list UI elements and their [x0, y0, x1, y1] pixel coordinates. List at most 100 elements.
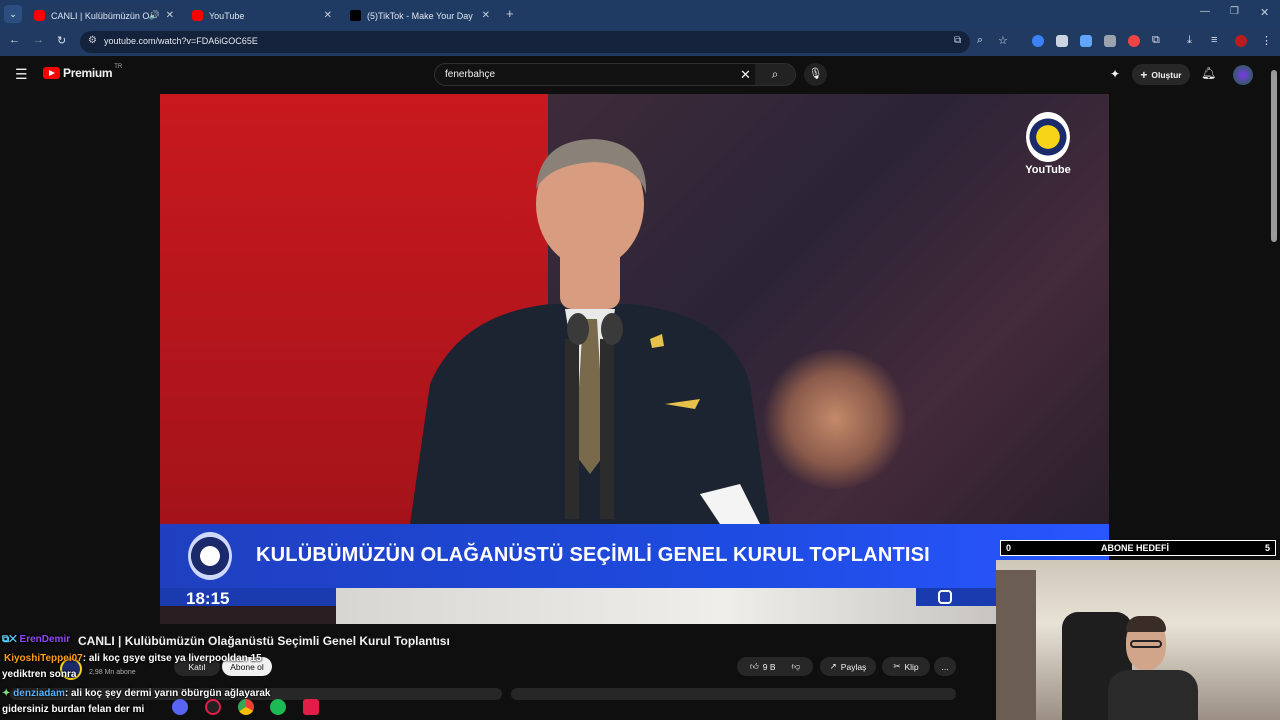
- zoom-icon[interactable]: ⌕: [977, 34, 983, 47]
- more-label: ...: [941, 661, 949, 672]
- extension-icon[interactable]: [1128, 35, 1140, 47]
- bookmark-star-icon[interactable]: ☆: [998, 34, 1008, 47]
- goal-label: ABONE HEDEFİ: [1101, 543, 1170, 553]
- chat-message: ✦ denziadam: ali koç şey dermi yarın öbü…: [2, 688, 271, 699]
- related-panel[interactable]: [511, 688, 956, 700]
- tab-label: YouTube: [209, 10, 245, 21]
- streamer-hair: [1126, 616, 1166, 632]
- profile-avatar[interactable]: [1235, 35, 1247, 47]
- voice-search-button[interactable]: 🎙: [804, 63, 827, 86]
- close-window-icon[interactable]: ✕: [1260, 6, 1269, 19]
- close-tab-icon[interactable]: ✕: [482, 10, 490, 21]
- chat-message: gidersiniz burdan felan der mi: [2, 704, 144, 715]
- diamond-badge-icon: ✦: [2, 688, 11, 699]
- like-dislike-group: 👍︎ 9 B 👎︎: [737, 657, 813, 676]
- close-tab-icon[interactable]: ✕: [324, 10, 332, 21]
- extension-icon[interactable]: [1080, 35, 1092, 47]
- clock-text: 18:15: [186, 589, 230, 608]
- cast-icon[interactable]: ✦: [1110, 67, 1120, 81]
- clock-bar: 18:15: [160, 588, 336, 608]
- video-player[interactable]: YouTube KULÜBÜMÜZÜN OLAĞANÜSTÜ SEÇİMLİ G…: [160, 94, 1109, 624]
- site-info-icon[interactable]: ⚙: [88, 35, 97, 46]
- app-icon[interactable]: [205, 699, 221, 715]
- clear-search-icon[interactable]: ✕: [740, 67, 751, 83]
- thumbs-up-icon: 👍︎: [749, 661, 759, 671]
- extension-icon[interactable]: [1056, 35, 1068, 47]
- tab-tiktok[interactable]: (5)TikTok - Make Your Day ✕: [342, 3, 498, 28]
- url-text: youtube.com/watch?v=FDA6iGOC65E: [104, 36, 258, 46]
- badge-icon: ⧉✕: [2, 634, 17, 645]
- hamburger-menu-icon[interactable]: ☰: [15, 66, 28, 83]
- chrome-icon[interactable]: [238, 699, 254, 715]
- tab-youtube[interactable]: YouTube ✕: [184, 3, 340, 28]
- lower-third-banner: KULÜBÜMÜZÜN OLAĞANÜSTÜ SEÇİMLİ GENEL KUR…: [160, 524, 1109, 624]
- microphone-icon: 🎙: [808, 68, 823, 80]
- club-crest-icon: [1026, 112, 1070, 162]
- clip-label: Klip: [904, 661, 919, 672]
- chat-user: KiyoshiTeppei07: [4, 653, 83, 664]
- channel-subscribers: 2,98 Mn abone: [89, 669, 136, 676]
- like-count: 9 B: [762, 661, 776, 672]
- app-icon[interactable]: [303, 699, 319, 715]
- app-icon[interactable]: [172, 699, 188, 715]
- extensions-puzzle-icon[interactable]: ⧉: [1152, 34, 1160, 47]
- chat-user: ErenDemir: [19, 634, 71, 645]
- chat-text: : ali koç şey dermi yarın öbürgün ağlaya…: [64, 688, 271, 699]
- search-icon: ⌕: [771, 67, 779, 81]
- download-icon[interactable]: ⤓: [1187, 34, 1192, 47]
- speaker-icon[interactable]: 🔊: [149, 10, 160, 21]
- share-button[interactable]: ↗ Paylaş: [820, 657, 876, 676]
- chat-message: KiyoshiTeppei07: ali koç gsye gitse ya l…: [4, 653, 262, 664]
- forward-icon[interactable]: →: [33, 34, 44, 46]
- shelf: [996, 570, 1036, 720]
- chat-message: ⧉✕ ErenDemir: [2, 634, 70, 645]
- youtube-icon: [192, 10, 203, 21]
- spotify-icon[interactable]: [270, 699, 286, 715]
- club-crest-icon: [188, 532, 232, 580]
- premium-label: Premium: [63, 66, 113, 80]
- search-input[interactable]: fenerbahçe ✕ ⌕: [434, 63, 796, 86]
- youtube-play-icon: [43, 67, 60, 79]
- browser-menu-icon[interactable]: ⋮: [1261, 34, 1272, 47]
- channel-watermark: YouTube: [1020, 112, 1076, 176]
- reload-icon[interactable]: ↻: [57, 34, 66, 47]
- extension-icon[interactable]: [1032, 35, 1044, 47]
- search-button[interactable]: ⌕: [755, 64, 795, 85]
- chat-message: yediktren sonra: [2, 669, 76, 680]
- close-tab-icon[interactable]: ✕: [166, 10, 174, 21]
- streamer-body: [1108, 670, 1198, 720]
- address-bar[interactable]: ⚙ youtube.com/watch?v=FDA6iGOC65E ⧉: [80, 31, 970, 53]
- tab-search-button[interactable]: ⌄: [4, 5, 22, 23]
- chat-text: gidersiniz burdan felan der mi: [2, 704, 145, 715]
- install-icon[interactable]: ⧉: [954, 35, 961, 46]
- region-label: TR: [114, 64, 123, 70]
- video-title: CANLI | Kulübümüzün Olağanüstü Seçimli G…: [78, 634, 450, 648]
- account-avatar[interactable]: [1233, 65, 1253, 85]
- more-actions-button[interactable]: ...: [934, 657, 956, 676]
- back-icon[interactable]: ←: [9, 34, 20, 46]
- page-scrollbar[interactable]: [1271, 70, 1277, 242]
- extension-icon[interactable]: [1104, 35, 1116, 47]
- lower-third-title: KULÜBÜMÜZÜN OLAĞANÜSTÜ SEÇİMLİ GENEL KUR…: [256, 544, 930, 566]
- restore-icon[interactable]: ❐: [1230, 6, 1239, 17]
- like-button[interactable]: 👍︎ 9 B: [750, 661, 776, 672]
- create-button[interactable]: + Oluştur: [1132, 64, 1190, 85]
- scissors-icon: ✂: [893, 661, 901, 671]
- youtube-logo[interactable]: Premium TR: [43, 64, 123, 80]
- goal-target: 5: [1264, 543, 1270, 553]
- new-tab-icon[interactable]: +: [506, 6, 514, 21]
- reading-list-icon[interactable]: ≡: [1211, 34, 1217, 46]
- notifications-bell-icon[interactable]: 🔔︎: [1201, 66, 1216, 80]
- speaker-figure: [410, 139, 770, 524]
- chat-user: denziadam: [13, 688, 65, 699]
- plus-icon: +: [1140, 67, 1148, 82]
- tab-label: (5)TikTok - Make Your Day: [367, 10, 473, 21]
- clip-button[interactable]: ✂ Klip: [882, 657, 930, 676]
- dislike-button[interactable]: 👎︎: [792, 661, 801, 672]
- tab-live-stream[interactable]: CANLI | Kulübümüzün O 🔊 ✕: [26, 3, 182, 28]
- subscriber-goal-overlay: 0 ABONE HEDEFİ 5: [1000, 540, 1276, 556]
- chat-text: yediktren sonra: [2, 669, 77, 680]
- create-label: Oluştur: [1151, 69, 1182, 80]
- minimize-icon[interactable]: —: [1200, 6, 1210, 17]
- share-icon: ↗: [829, 661, 837, 671]
